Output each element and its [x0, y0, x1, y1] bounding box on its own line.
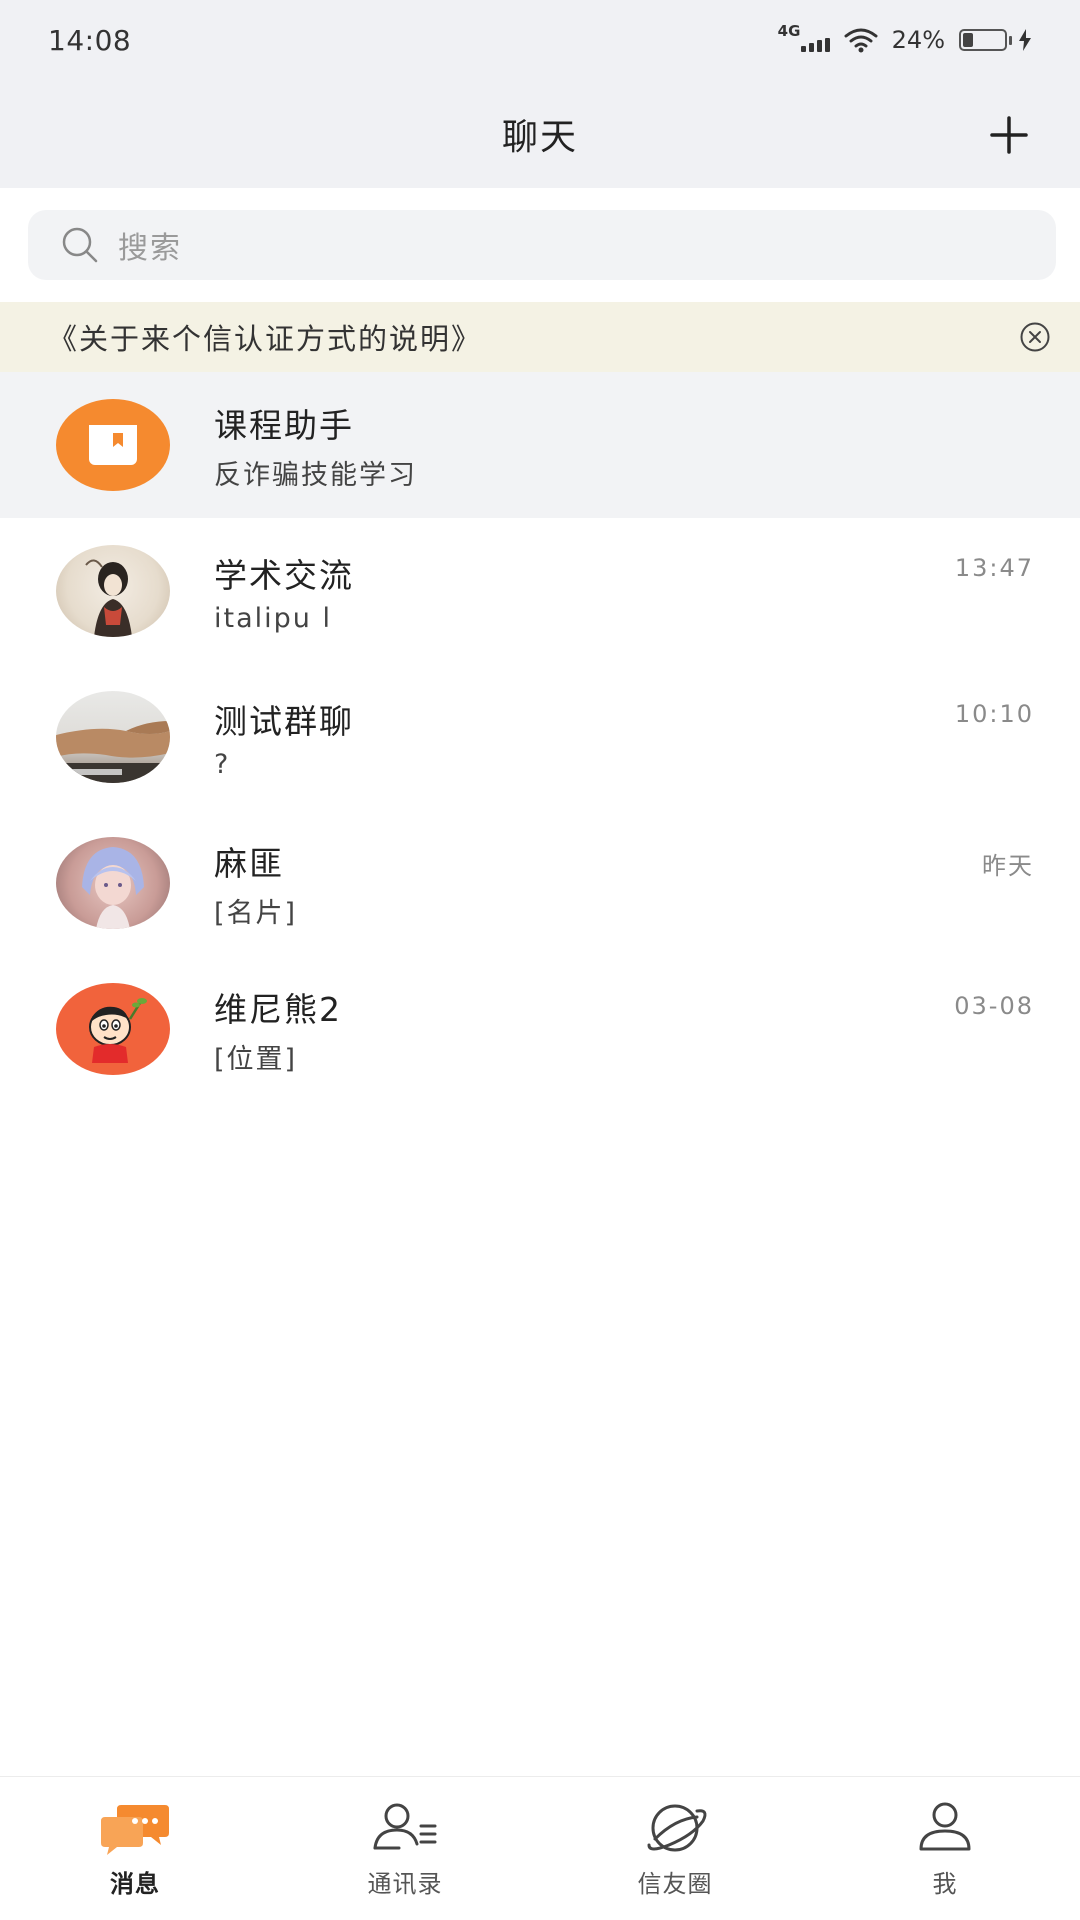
chat-preview: 反诈骗技能学习: [214, 459, 417, 491]
chat-item-test-group[interactable]: 测试群聊 ? 10:10: [0, 664, 1080, 810]
search-input[interactable]: 搜索: [28, 210, 1056, 280]
chat-name: 麻匪: [214, 843, 284, 883]
chat-preview: italipu l: [214, 602, 332, 634]
cellular-signal-icon: 4G: [778, 22, 830, 54]
blue-hair-cosplay-avatar: [56, 837, 170, 929]
search-icon: [62, 227, 98, 263]
chat-item-academic-exchange[interactable]: 学术交流 italipu l 13:47: [0, 518, 1080, 664]
close-circle-icon: [1020, 322, 1050, 352]
arm-photo-avatar: [56, 691, 170, 783]
chat-time: 13:47: [954, 554, 1034, 582]
planet-icon: [639, 1798, 711, 1858]
notice-text: 《关于来个信认证方式的说明》: [48, 322, 483, 356]
nav-label: 通讯录: [367, 1870, 443, 1898]
chat-preview: ?: [214, 748, 231, 780]
chat-name: 课程助手: [214, 405, 354, 445]
cartoon-boy-avatar: [56, 983, 170, 1075]
top-bar: 聊天: [0, 80, 1080, 188]
chat-preview: [位置]: [214, 1043, 298, 1075]
nav-label: 信友圈: [637, 1870, 713, 1898]
chat-time: 10:10: [954, 700, 1034, 728]
battery-fill: [963, 33, 973, 47]
plus-icon: [990, 116, 1028, 154]
battery-icon: [959, 29, 1032, 51]
chat-preview: [名片]: [214, 897, 298, 929]
nav-item-me[interactable]: 我: [810, 1777, 1080, 1920]
chat-bubble-icon: [99, 1798, 171, 1858]
notice-banner[interactable]: 《关于来个信认证方式的说明》: [0, 302, 1080, 372]
chat-item-mafei[interactable]: 麻匪 [名片] 昨天: [0, 810, 1080, 956]
page-title: 聊天: [501, 117, 578, 158]
nav-item-contacts[interactable]: 通讯录: [270, 1777, 540, 1920]
search-placeholder: 搜索: [118, 231, 182, 266]
notice-close-button[interactable]: [1018, 320, 1052, 354]
status-time: 14:08: [48, 23, 132, 57]
battery-percent: 24%: [891, 26, 945, 54]
chat-list: 课程助手 反诈骗技能学习 学术交流 italipu l 13:47 测试群聊 ?…: [0, 372, 1080, 1102]
search-bar: 搜索: [28, 210, 1056, 280]
charging-icon: [1019, 29, 1031, 51]
nav-label: 消息: [110, 1870, 160, 1898]
contacts-icon: [369, 1798, 441, 1858]
bottom-nav: 消息 通讯录 信友圈 我: [0, 1776, 1080, 1920]
nav-label: 我: [932, 1870, 958, 1898]
chat-time: 昨天: [982, 852, 1034, 880]
chat-time: 03-08: [954, 992, 1034, 1020]
add-button[interactable]: [984, 110, 1034, 160]
status-icons: 4G 24%: [778, 22, 1032, 54]
nav-item-moments[interactable]: 信友圈: [540, 1777, 810, 1920]
ink-painting-girl-avatar: [56, 545, 170, 637]
chat-name: 学术交流: [214, 555, 354, 595]
chat-item-winnie-2[interactable]: 维尼熊2 [位置] 03-08: [0, 956, 1080, 1102]
chat-item-course-assistant[interactable]: 课程助手 反诈骗技能学习: [0, 372, 1080, 518]
wifi-icon: [844, 28, 878, 53]
network-type: 4G: [777, 22, 801, 40]
chat-app: 14:08 4G 24% 聊天 搜索 《关于来个信认证方式的说明》 课程助手 反…: [0, 0, 1080, 1920]
status-bar: 14:08 4G 24%: [0, 0, 1080, 80]
person-icon: [909, 1798, 981, 1858]
orange-book-icon: [56, 399, 170, 491]
chat-name: 维尼熊2: [214, 989, 342, 1029]
nav-item-messages[interactable]: 消息: [0, 1777, 270, 1920]
chat-name: 测试群聊: [214, 701, 354, 741]
